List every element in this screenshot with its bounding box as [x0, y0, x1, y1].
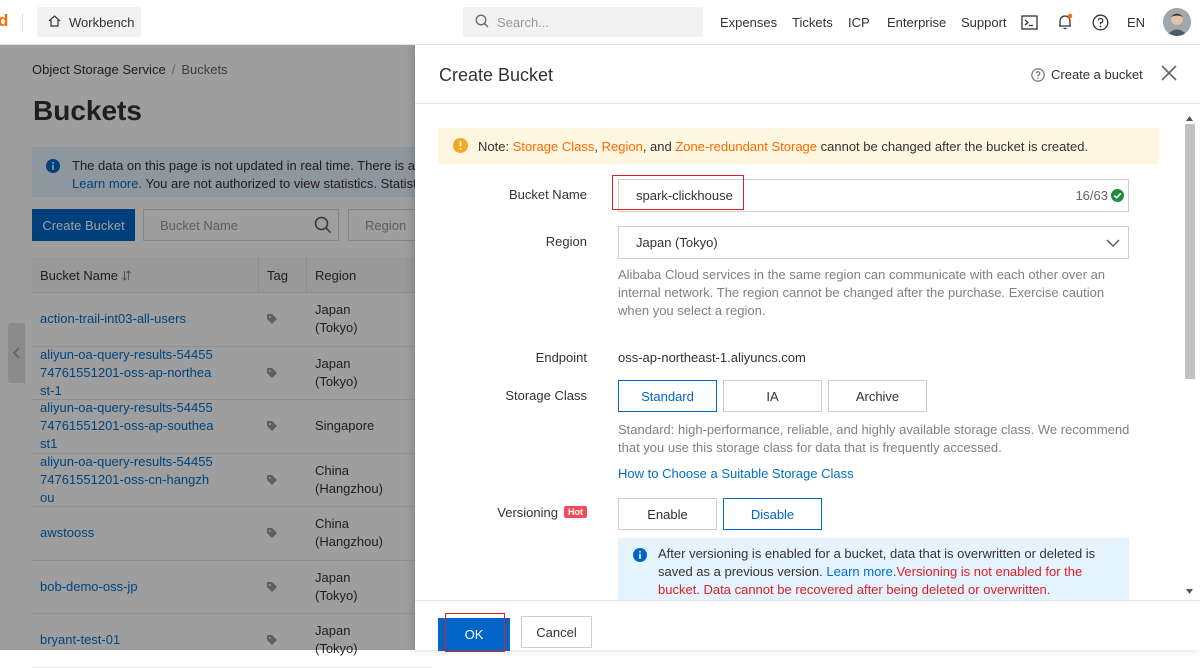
versioning-info: After versioning is enabled for a bucket…: [618, 538, 1129, 605]
bucket-name-char-count: 16/63: [1075, 188, 1108, 203]
global-search-input[interactable]: Search...: [463, 7, 703, 37]
workbench-button[interactable]: Workbench: [37, 7, 141, 37]
alibaba-cloud-logo[interactable]: d: [0, 11, 8, 31]
endpoint-label: Endpoint: [535, 350, 587, 365]
endpoint-value: oss-ap-northeast-1.aliyuncs.com: [618, 350, 806, 365]
storage-class-link[interactable]: Storage Class: [513, 139, 595, 154]
versioning-disable[interactable]: Disable: [723, 498, 822, 530]
create-bucket-help-link[interactable]: Create a bucket: [1031, 67, 1143, 82]
top-navigation-bar: d Workbench Search... Expenses Tickets I…: [0, 0, 1200, 45]
storage-class-help-text: Standard: high-performance, reliable, an…: [618, 422, 1130, 455]
versioning-label: Versioning Hot: [455, 505, 587, 520]
drawer-title: Create Bucket: [439, 65, 554, 85]
divider: [22, 14, 23, 32]
workbench-label: Workbench: [69, 14, 135, 30]
region-select[interactable]: Japan (Tokyo): [618, 226, 1129, 259]
info-icon: [633, 548, 647, 567]
region-link[interactable]: Region: [602, 139, 643, 154]
storage-class-label: Storage Class: [505, 388, 587, 403]
region-value: Japan (Tokyo): [636, 235, 718, 250]
modal-overlay[interactable]: [0, 45, 415, 650]
zone-redundant-link[interactable]: Zone-redundant Storage: [675, 139, 817, 154]
close-icon[interactable]: [1160, 64, 1178, 82]
check-circle-icon: [1111, 189, 1124, 205]
storage-class-standard[interactable]: Standard: [618, 380, 717, 412]
versioning-learn-more-link[interactable]: Learn more.: [826, 564, 896, 579]
immutable-settings-warning: Note: Storage Class, Region, and Zone-re…: [438, 128, 1159, 164]
storage-class-archive[interactable]: Archive: [828, 380, 927, 412]
hot-badge: Hot: [564, 506, 587, 518]
scrollbar-thumb[interactable]: [1185, 124, 1195, 379]
cancel-button[interactable]: Cancel: [521, 616, 592, 648]
drawer-footer: OK Cancel: [415, 600, 1200, 652]
nav-support[interactable]: Support: [961, 0, 1007, 45]
search-icon: [475, 14, 489, 31]
highlight-box: [612, 175, 744, 210]
nav-tickets[interactable]: Tickets: [792, 0, 833, 45]
region-help-text: Alibaba Cloud services in the same regio…: [618, 267, 1106, 318]
create-bucket-drawer: Create Bucket Create a bucket Note: Stor…: [415, 45, 1200, 652]
nav-enterprise[interactable]: Enterprise: [887, 0, 946, 45]
terminal-icon[interactable]: [1020, 12, 1038, 32]
storage-class-guide-link[interactable]: How to Choose a Suitable Storage Class: [618, 465, 1133, 483]
bell-icon[interactable]: [1056, 12, 1074, 32]
storage-class-ia[interactable]: IA: [723, 380, 822, 412]
region-label: Region: [545, 234, 587, 249]
language-switch[interactable]: EN: [1127, 0, 1145, 45]
chevron-down-icon: [1106, 236, 1120, 251]
user-avatar[interactable]: [1163, 8, 1191, 36]
help-icon: [1031, 67, 1045, 82]
search-placeholder: Search...: [497, 14, 550, 30]
nav-expenses[interactable]: Expenses: [720, 0, 777, 45]
versioning-enable[interactable]: Enable: [618, 498, 717, 530]
warning-icon: [453, 138, 468, 156]
home-icon: [48, 14, 61, 30]
highlight-box: [445, 613, 505, 652]
bucket-name-label: Bucket Name: [508, 187, 587, 202]
divider: [415, 103, 1200, 104]
help-icon[interactable]: [1091, 12, 1109, 32]
nav-icp[interactable]: ICP: [848, 0, 870, 45]
